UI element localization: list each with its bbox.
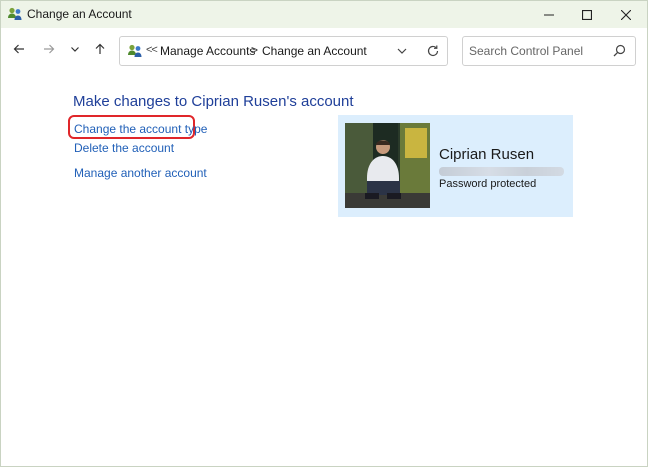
search-box[interactable] <box>462 36 636 66</box>
search-input[interactable] <box>469 43 609 59</box>
account-card: Ciprian Rusen Password protected <box>338 115 573 217</box>
breadcrumb-manage-accounts[interactable]: Manage Accounts <box>160 44 255 58</box>
arrow-left-icon <box>13 43 25 58</box>
change-account-type-link[interactable]: Change the account type <box>74 122 207 136</box>
page-heading: Make changes to Ciprian Rusen's account <box>73 93 354 110</box>
maximize-button[interactable] <box>565 1 609 28</box>
maximize-icon <box>582 9 592 20</box>
redacted-email <box>439 167 564 176</box>
close-button[interactable] <box>604 1 648 28</box>
title-bar[interactable]: Change an Account <box>1 1 647 28</box>
recent-locations-button[interactable] <box>64 39 86 61</box>
account-status: Password protected <box>439 178 537 190</box>
account-name: Ciprian Rusen <box>439 146 535 163</box>
breadcrumb-overflow[interactable]: << <box>146 44 158 56</box>
breadcrumb-separator[interactable]: > <box>251 43 258 57</box>
address-bar[interactable]: << Manage Accounts > Change an Account <box>119 36 448 66</box>
up-button[interactable] <box>89 39 111 61</box>
user-accounts-icon <box>7 6 23 22</box>
user-accounts-icon <box>127 43 143 59</box>
close-icon <box>621 9 631 20</box>
arrow-right-icon <box>43 43 55 58</box>
chevron-down-icon <box>70 43 80 57</box>
minimize-icon <box>544 10 554 20</box>
manage-another-account-link[interactable]: Manage another account <box>74 166 207 180</box>
back-button[interactable] <box>8 39 30 61</box>
breadcrumb-change-an-account[interactable]: Change an Account <box>262 44 367 58</box>
window-title: Change an Account <box>27 7 132 21</box>
forward-button[interactable] <box>38 39 60 61</box>
arrow-up-icon <box>94 43 106 58</box>
address-dropdown-icon[interactable] <box>396 45 410 59</box>
delete-account-link[interactable]: Delete the account <box>74 141 174 155</box>
avatar <box>345 123 430 208</box>
search-icon[interactable] <box>613 44 627 58</box>
navigation-bar: << Manage Accounts > Change an Account <box>1 28 647 72</box>
control-panel-window: Change an Account << Manage Accounts > C… <box>0 0 648 467</box>
refresh-icon[interactable] <box>426 44 442 60</box>
